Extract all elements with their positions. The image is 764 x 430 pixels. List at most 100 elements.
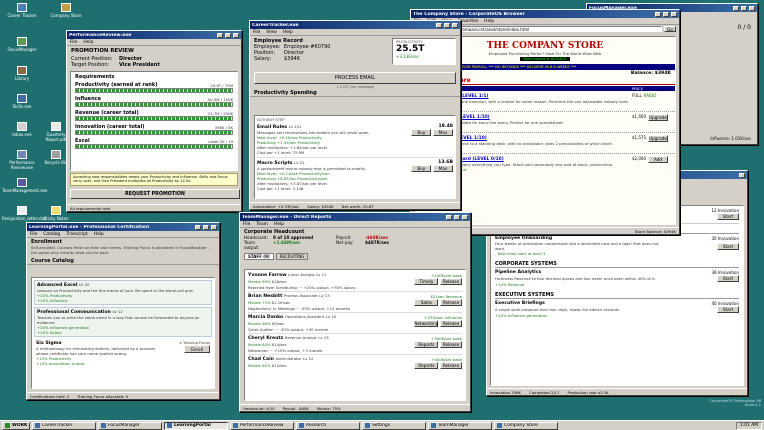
minimize-button[interactable] [436,22,442,28]
assign-button[interactable]: Networking [414,320,439,327]
target-position: Vice President [119,62,160,68]
os-version-label: CorporateOS Professional 98 Build 4.1 [709,399,761,407]
enroll-button[interactable]: Enroll [184,345,210,353]
close-button[interactable] [671,11,677,17]
start-button[interactable]: Start [717,242,739,250]
release-button[interactable]: Release [440,341,462,348]
course-item: Professional Communication LV 12 Teaches… [34,307,212,337]
max-button[interactable]: Max [433,165,453,172]
process-email-button[interactable]: PROCESS EMAIL [254,72,456,84]
desktop-icon[interactable]: Company Store [46,3,86,18]
progress-bar [75,130,233,135]
team-manager-window: TeamManager.exe - Direct Reports File Tea… [239,212,471,412]
start-button[interactable]: Start [717,275,739,282]
app-icon [61,3,71,12]
status-bar: Innovation 356K Completed 2/17 Production … [487,388,747,395]
start-button[interactable]: Start [717,213,739,220]
assign-button[interactable]: Reports [414,341,439,348]
start-button[interactable]: Start [717,306,739,313]
url-field[interactable]: http://portal.company.intranet/store/ind… [431,26,662,32]
release-button[interactable]: Release [440,299,462,306]
upgrade-button[interactable]: Upgrade [648,135,668,142]
tab-recruiting[interactable]: RECRUITING [275,253,309,260]
assign-button[interactable]: Timely [414,278,439,285]
staff-list: Yvonne Farrow Junior Analyst Lv 11 +240K/… [244,269,466,401]
taskbar-item[interactable]: Research [296,421,360,430]
app-icon [167,423,172,428]
requirements-panel: Requirements Productivity (earned at ran… [70,71,238,171]
menu-file[interactable]: File [70,40,77,45]
go-button[interactable]: Go [664,26,676,32]
close-button[interactable] [452,22,458,28]
staff-row: Yvonne Farrow Junior Analyst Lv 11 +240K/… [248,272,462,292]
minimize-button[interactable] [655,11,661,17]
desktop-icon[interactable]: Career Tracker [2,3,42,18]
minimize-button[interactable] [446,214,452,220]
minimize-button[interactable] [195,224,201,230]
upgrade-item: Email Rules Lv 101 Messages sort themsel… [257,122,453,158]
maximize-button[interactable] [454,214,460,220]
career-tracker-window: CareerTracker.exe File View Help Employee … [249,20,461,210]
minimize-button[interactable] [733,5,739,11]
status-bar: Headcount: 9/10 Payroll: -$60K Morale: 75% [240,404,470,411]
release-button[interactable]: Release [440,320,462,327]
start-icon [5,423,10,428]
assign-button[interactable]: Sales [414,299,439,306]
app-icon [299,423,304,428]
tab-staff[interactable]: STAFF (9) [244,253,274,260]
taskbar-item[interactable]: FocusManager [98,421,162,430]
taskbar-item[interactable]: PerformanceReview [230,421,294,430]
innovation-item: Employee Onboarding 30 Innovation Four we… [495,236,739,256]
release-button[interactable]: Release [440,362,462,369]
window-title: TeamManager.exe - Direct Reports [242,214,332,220]
close-button[interactable] [462,214,468,220]
menu-bar: File Help [67,39,241,46]
maximize-button[interactable] [203,224,209,230]
maximize-button[interactable] [444,22,450,28]
app-icon [17,3,27,12]
release-button[interactable]: Release [440,278,462,285]
minimize-button[interactable] [217,32,223,38]
app-icon [497,423,502,428]
app-icon [17,122,27,131]
taskbar-item[interactable]: Company Store [494,421,558,430]
productivity-value: 25.5T [396,44,425,54]
assign-button[interactable]: Reports [414,362,439,369]
app-icon [17,150,27,159]
page-title: PROMOTION REVIEW [71,48,134,54]
app-icon [17,178,27,187]
window-title: The Company Store - CorporateOS Browser [413,11,525,17]
buy-button[interactable]: Buy [411,165,432,172]
taskbar-item[interactable]: TeamManager [428,421,492,430]
salary: $394K [284,56,301,62]
innovation-item: Executive Briefings 40 Innovation A singl… [495,301,739,318]
productivity-display: PRODUCTIVITY 25.5T +3.13E/sec [392,38,456,65]
menu-bar: File Team Help [240,221,470,228]
buy-button[interactable]: Buy [411,129,432,136]
recycle-bin-icon [51,150,61,159]
menu-help[interactable]: Help [83,40,93,45]
note-icon [51,206,61,215]
request-promotion-button[interactable]: REQUEST PROMOTION [70,189,240,199]
staff-row: Marcia Danko Operations Assistant Lv 10 +… [248,314,462,334]
start-button[interactable]: WORK [2,421,30,430]
close-button[interactable] [233,32,239,38]
desktop-icon[interactable]: Library [2,66,42,81]
desktop-icon[interactable]: FocusManager [2,37,42,52]
taskbar: WORK CareerTracker FocusManager Learning… [0,420,764,430]
taskbar-item[interactable]: LearningPortal [164,421,228,430]
upgrade-button[interactable]: Upgrade [648,114,668,121]
maximize-button[interactable] [663,11,669,17]
add-button[interactable]: Add [648,156,668,163]
desktop-icon[interactable]: Skills.exe [2,94,42,109]
app-icon [101,423,106,428]
close-button[interactable] [749,5,755,11]
close-button[interactable] [211,224,217,230]
taskbar-item[interactable]: Settings [362,421,426,430]
desktop-icon[interactable]: TeamManagement.exe [2,178,47,193]
close-button[interactable] [739,172,745,178]
maximize-button[interactable] [741,5,747,11]
max-button[interactable]: Max [433,129,453,136]
taskbar-item[interactable]: CareerTracker [32,421,96,430]
maximize-button[interactable] [225,32,231,38]
